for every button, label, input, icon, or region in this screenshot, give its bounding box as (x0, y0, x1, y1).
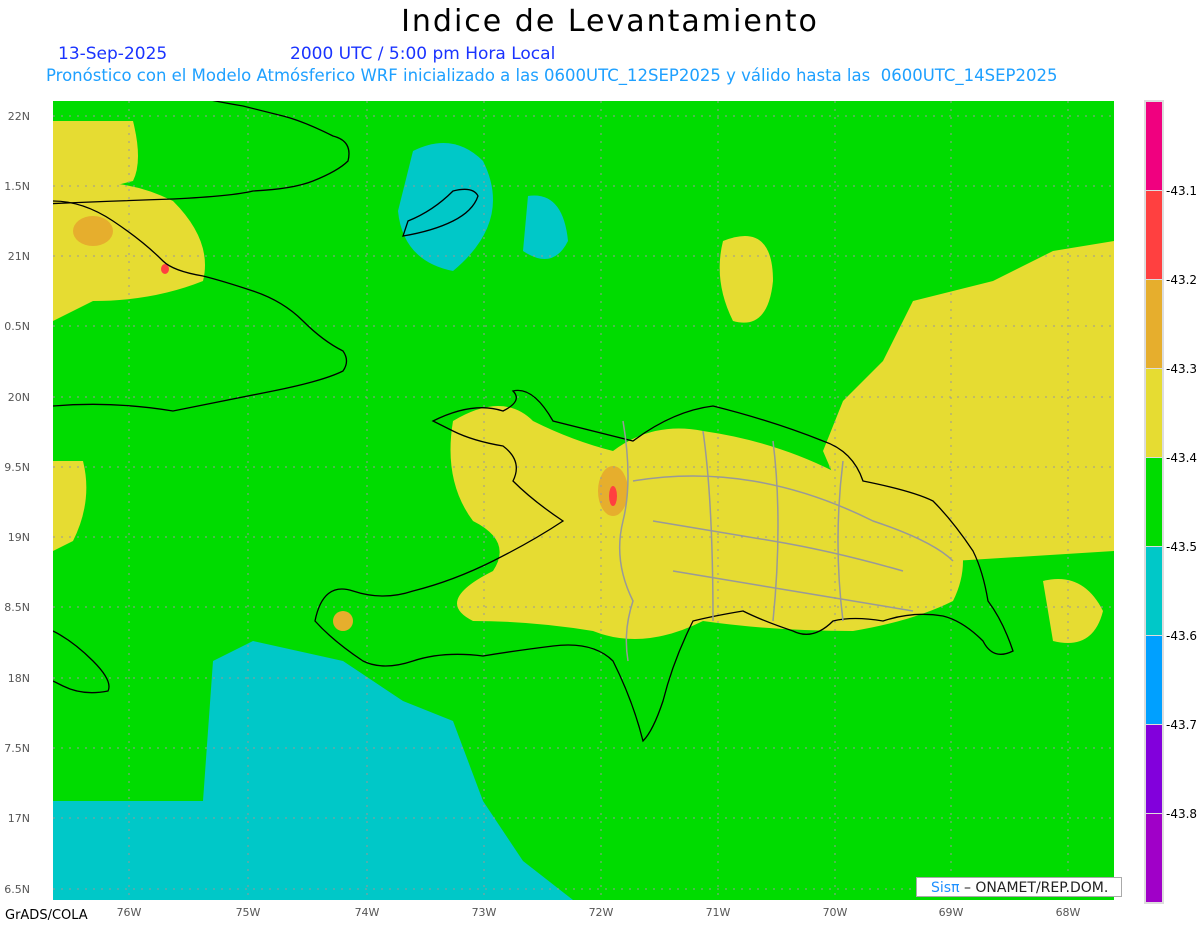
colorbar-label: -43.8 (1166, 807, 1198, 821)
colorbar-label: -43.1 (1166, 184, 1198, 198)
lat-label: 7.5N (4, 742, 30, 755)
lat-label: 22N (7, 110, 30, 123)
colorbar-label: -43.7 (1166, 718, 1198, 732)
lat-label: 6.5N (4, 883, 30, 896)
map-title: Indice de Levantamiento (401, 4, 819, 39)
lon-label: 74W (354, 906, 380, 919)
colorbar-label: -43.6 (1166, 629, 1198, 643)
logo-text: – ONAMET/REP.DOM. (963, 880, 1109, 896)
colorbar-bin (1146, 725, 1162, 813)
lat-label: 8.5N (4, 601, 30, 614)
colorbar-bin (1146, 547, 1162, 635)
software-credit: GrADS/COLA (5, 908, 88, 923)
forecast-date: 13-Sep-2025 (58, 44, 168, 64)
forecast-time: 2000 UTC / 5:00 pm Hora Local (290, 44, 556, 64)
colorbar-bin (1146, 191, 1162, 279)
lat-label: 19N (7, 531, 30, 544)
lon-label: 71W (705, 906, 731, 919)
lon-label: 68W (1055, 906, 1081, 919)
colorbar-label: -43.4 (1166, 451, 1198, 465)
lon-label: 76W (116, 906, 142, 919)
lat-label: 20N (7, 391, 30, 404)
model-description: Pronóstico con el Modelo Atmósferico WRF… (46, 66, 1058, 85)
logo-sis: Sisπ (931, 880, 960, 896)
colorbar-bin (1146, 636, 1162, 724)
lifted-index-map (53, 101, 1114, 900)
lon-label: 75W (235, 906, 261, 919)
lon-label: 73W (471, 906, 497, 919)
colorbar-bin (1146, 102, 1162, 190)
colorbar-bin (1146, 458, 1162, 546)
lat-label: 9.5N (4, 461, 30, 474)
lat-label: 0.5N (4, 320, 30, 333)
lat-label: 1.5N (4, 180, 30, 193)
lat-label: 18N (7, 672, 30, 685)
lon-label: 69W (938, 906, 964, 919)
lat-label: 17N (7, 812, 30, 825)
lon-label: 70W (822, 906, 848, 919)
colorbar-label: -43.5 (1166, 540, 1198, 554)
colorbar-label: -43.2 (1166, 273, 1198, 287)
colorbar (1144, 100, 1164, 904)
colorbar-label: -43.3 (1166, 362, 1198, 376)
colorbar-bin (1146, 814, 1162, 902)
lon-label: 72W (588, 906, 614, 919)
lat-label: 21N (7, 250, 30, 263)
onamet-logo: Sisπ – ONAMET/REP.DOM. (916, 877, 1122, 897)
colorbar-bin (1146, 280, 1162, 368)
colorbar-bin (1146, 369, 1162, 457)
